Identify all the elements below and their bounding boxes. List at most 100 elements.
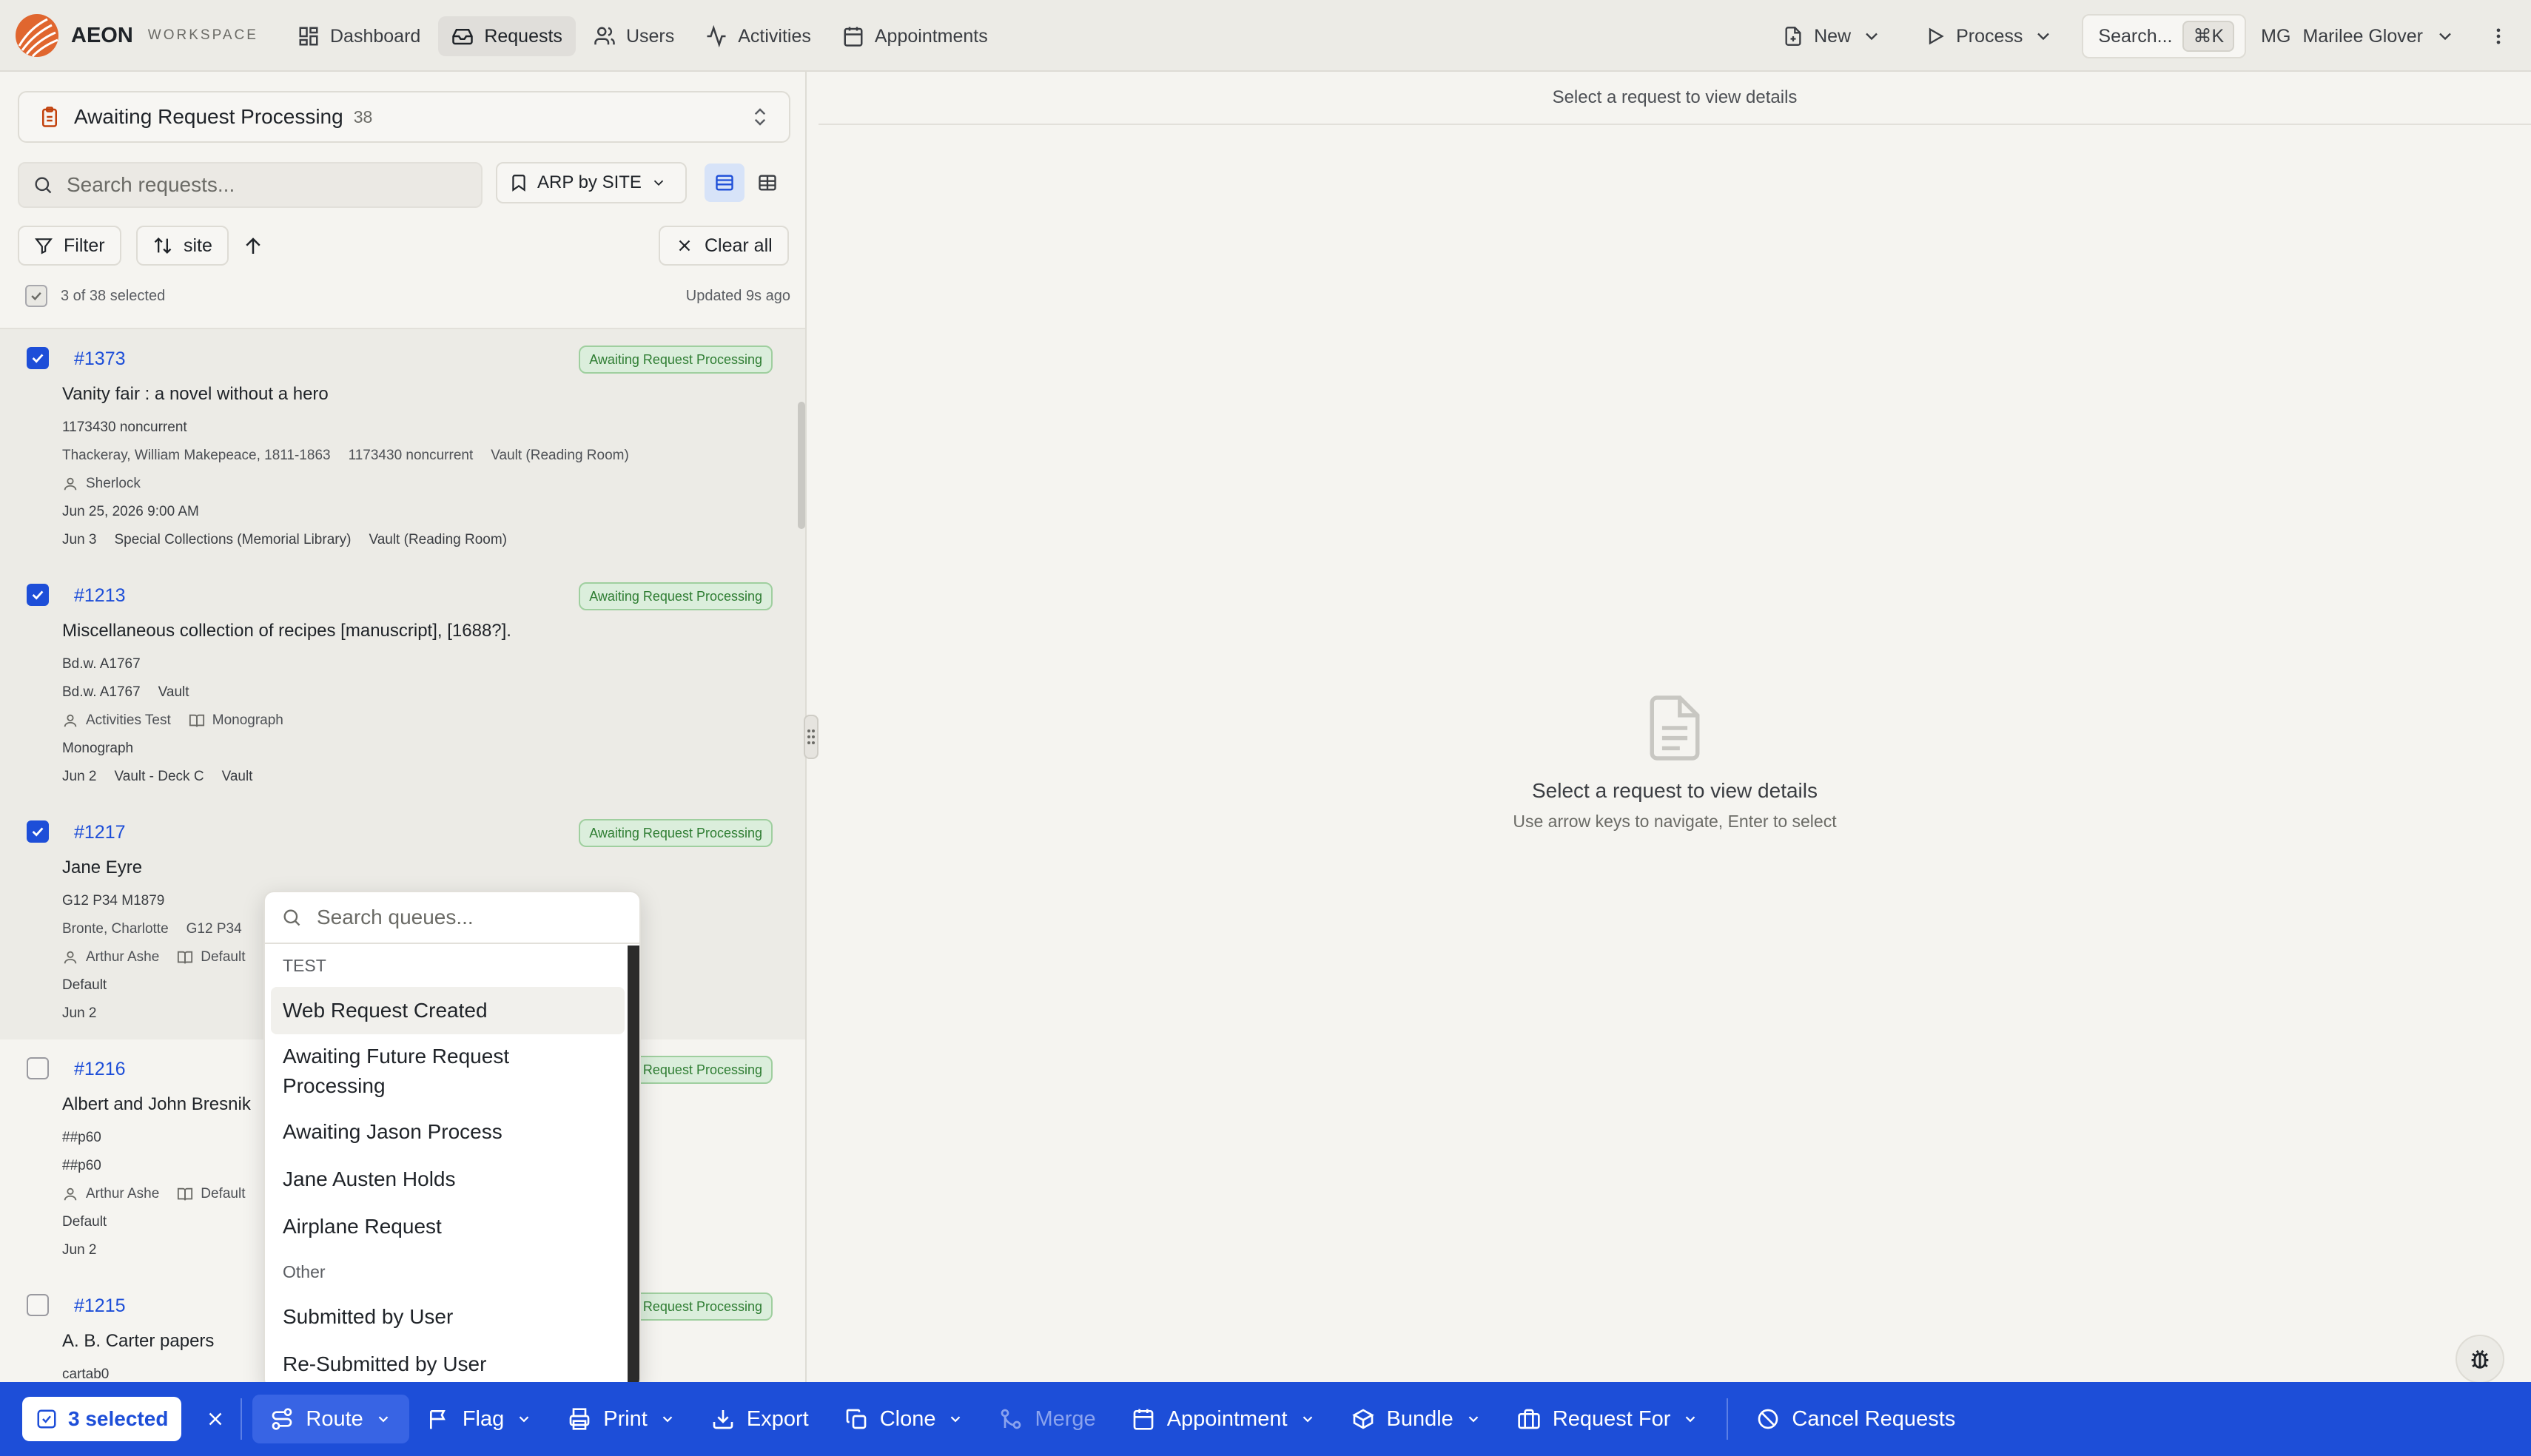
filter-button[interactable]: Filter: [18, 226, 121, 266]
process-button[interactable]: Process: [1912, 16, 2067, 56]
request-id-link[interactable]: #1217: [74, 822, 126, 843]
request-detail-line: Jun 3 Special Collections (Memorial Libra…: [62, 532, 507, 548]
request-checkbox[interactable]: [27, 1057, 49, 1079]
chevron-down-icon: [516, 1411, 532, 1427]
queue-option[interactable]: Airplane Request: [265, 1203, 639, 1250]
queue-option[interactable]: Awaiting Jason Process: [265, 1108, 639, 1156]
queue-search-placeholder: Search queues...: [317, 906, 474, 928]
search-icon: [35, 177, 52, 194]
list-view-toggle[interactable]: [705, 164, 744, 202]
request-id-link[interactable]: #1373: [74, 348, 126, 370]
clone-button[interactable]: Clone: [827, 1395, 982, 1443]
document-icon: [1650, 695, 1700, 761]
request-row[interactable]: #1213 Awaiting Request Processing Miscella…: [0, 566, 805, 803]
dashboard-icon: [299, 27, 318, 46]
selection-summary: 3 of 38 selected: [25, 285, 165, 307]
sort-field-button[interactable]: site: [136, 226, 229, 266]
detail-value: Vault (Reading Room): [369, 532, 508, 547]
sort-icon: [154, 237, 172, 254]
nav-activities[interactable]: Activities: [692, 16, 824, 56]
user-menu[interactable]: MG Marilee Glover: [2261, 26, 2531, 47]
nav-users[interactable]: Users: [580, 16, 688, 56]
detail-value: Sherlock: [86, 476, 141, 491]
filter-label: Filter: [64, 235, 105, 256]
bundle-button[interactable]: Bundle: [1334, 1395, 1499, 1443]
route-button[interactable]: Route: [252, 1395, 409, 1443]
print-button[interactable]: Print: [550, 1395, 693, 1443]
request-detail-line: Sherlock: [62, 476, 141, 492]
cancel-requests-button[interactable]: Cancel Requests: [1738, 1395, 1973, 1443]
request-for-button[interactable]: Request For: [1499, 1395, 1717, 1443]
selection-count: 3 of 38 selected: [61, 287, 166, 304]
nav-appointments[interactable]: Appointments: [829, 16, 1001, 56]
request-detail-line: Default: [62, 1214, 107, 1230]
queue-option[interactable]: Submitted by User: [265, 1293, 639, 1341]
selected-count-pill[interactable]: 3 selected: [22, 1397, 182, 1441]
select-all-checkbox[interactable]: [25, 285, 47, 307]
queue-option[interactable]: Web Request Created: [271, 987, 625, 1034]
request-detail-line: Default: [62, 977, 107, 994]
clear-label: Clear all: [705, 235, 773, 256]
request-row[interactable]: #1373 Awaiting Request Processing Vanity f…: [0, 329, 805, 566]
chevron-down-icon: [378, 1416, 389, 1423]
calendar-icon: [844, 27, 863, 47]
detail-field: Activities Test: [62, 712, 171, 729]
request-search-input[interactable]: Search requests...: [18, 162, 483, 208]
action-label: Cancel Requests: [1792, 1406, 1956, 1431]
clear-selection-button[interactable]: [201, 1404, 230, 1434]
chevrons-up-down-icon: [754, 108, 766, 126]
brand-subtitle: WORKSPACE: [147, 27, 258, 43]
debug-button[interactable]: [2456, 1335, 2504, 1383]
sort-direction-button[interactable]: [238, 232, 268, 261]
brand[interactable]: AEON WORKSPACE: [15, 12, 258, 59]
chevron-down-icon: [1465, 1411, 1482, 1427]
queue-menu-scrollbar[interactable]: [628, 946, 639, 1388]
new-label: New: [1814, 25, 1852, 47]
saved-view-dropdown[interactable]: ARP by SITE: [496, 162, 687, 203]
panel-resize-handle[interactable]: [804, 715, 819, 759]
list-scrollbar[interactable]: [798, 402, 805, 529]
top-bar: AEON WORKSPACE Dashboard Requests Users …: [0, 0, 2531, 72]
request-id-link[interactable]: #1215: [74, 1295, 126, 1317]
detail-value: G12 P34 M1879: [62, 893, 165, 909]
request-id-link[interactable]: #1213: [74, 585, 126, 607]
queue-option[interactable]: Re-Submitted by User: [265, 1341, 639, 1388]
chevron-down-icon: [1468, 1416, 1479, 1423]
chevron-down-icon: [2439, 33, 2451, 41]
request-detail-line: Monograph: [62, 741, 133, 757]
detail-value: Jun 2: [62, 1242, 97, 1258]
appointment-button[interactable]: Appointment: [1114, 1395, 1334, 1443]
detail-value: Default: [62, 1214, 107, 1230]
bug-icon: [2471, 1349, 2489, 1369]
clear-all-button[interactable]: Clear all: [659, 226, 789, 266]
more-menu-button[interactable]: [2488, 26, 2509, 47]
flag-button[interactable]: Flag: [409, 1395, 550, 1443]
global-search-button[interactable]: Search... ⌘K: [2082, 14, 2247, 58]
request-checkbox[interactable]: [27, 820, 49, 843]
briefcase-icon: [1518, 1409, 1540, 1429]
merge-button[interactable]: Merge: [981, 1395, 1113, 1443]
request-checkbox[interactable]: [27, 584, 49, 606]
new-button[interactable]: New: [1769, 16, 1895, 56]
nav-requests[interactable]: Requests: [438, 16, 576, 56]
detail-value: 1173430 noncurrent: [62, 419, 187, 435]
detail-field: Arthur Ashe: [62, 949, 159, 965]
request-detail-line: ##p60: [62, 1130, 101, 1146]
table-view-toggle[interactable]: [747, 164, 787, 202]
queue-selector[interactable]: Awaiting Request Processing 38: [18, 91, 790, 143]
detail-field: Bronte, Charlotte: [62, 921, 169, 937]
inbox-icon: [452, 29, 474, 45]
request-checkbox[interactable]: [27, 347, 49, 369]
queue-option[interactable]: Awaiting Future Request Processing: [265, 1034, 639, 1108]
request-checkbox[interactable]: [27, 1294, 49, 1316]
export-button[interactable]: Export: [693, 1395, 827, 1443]
detail-field: Jun 3: [62, 532, 96, 548]
queue-search-input[interactable]: Search queues...: [265, 892, 639, 944]
queue-option[interactable]: Jane Austen Holds: [265, 1156, 639, 1203]
search-icon: [283, 909, 300, 926]
detail-field: Special Collections (Memorial Library): [114, 532, 351, 548]
ban-icon: [1758, 1409, 1778, 1429]
more-vertical-icon: [2496, 28, 2501, 44]
nav-dashboard[interactable]: Dashboard: [284, 16, 434, 56]
request-id-link[interactable]: #1216: [74, 1059, 126, 1080]
